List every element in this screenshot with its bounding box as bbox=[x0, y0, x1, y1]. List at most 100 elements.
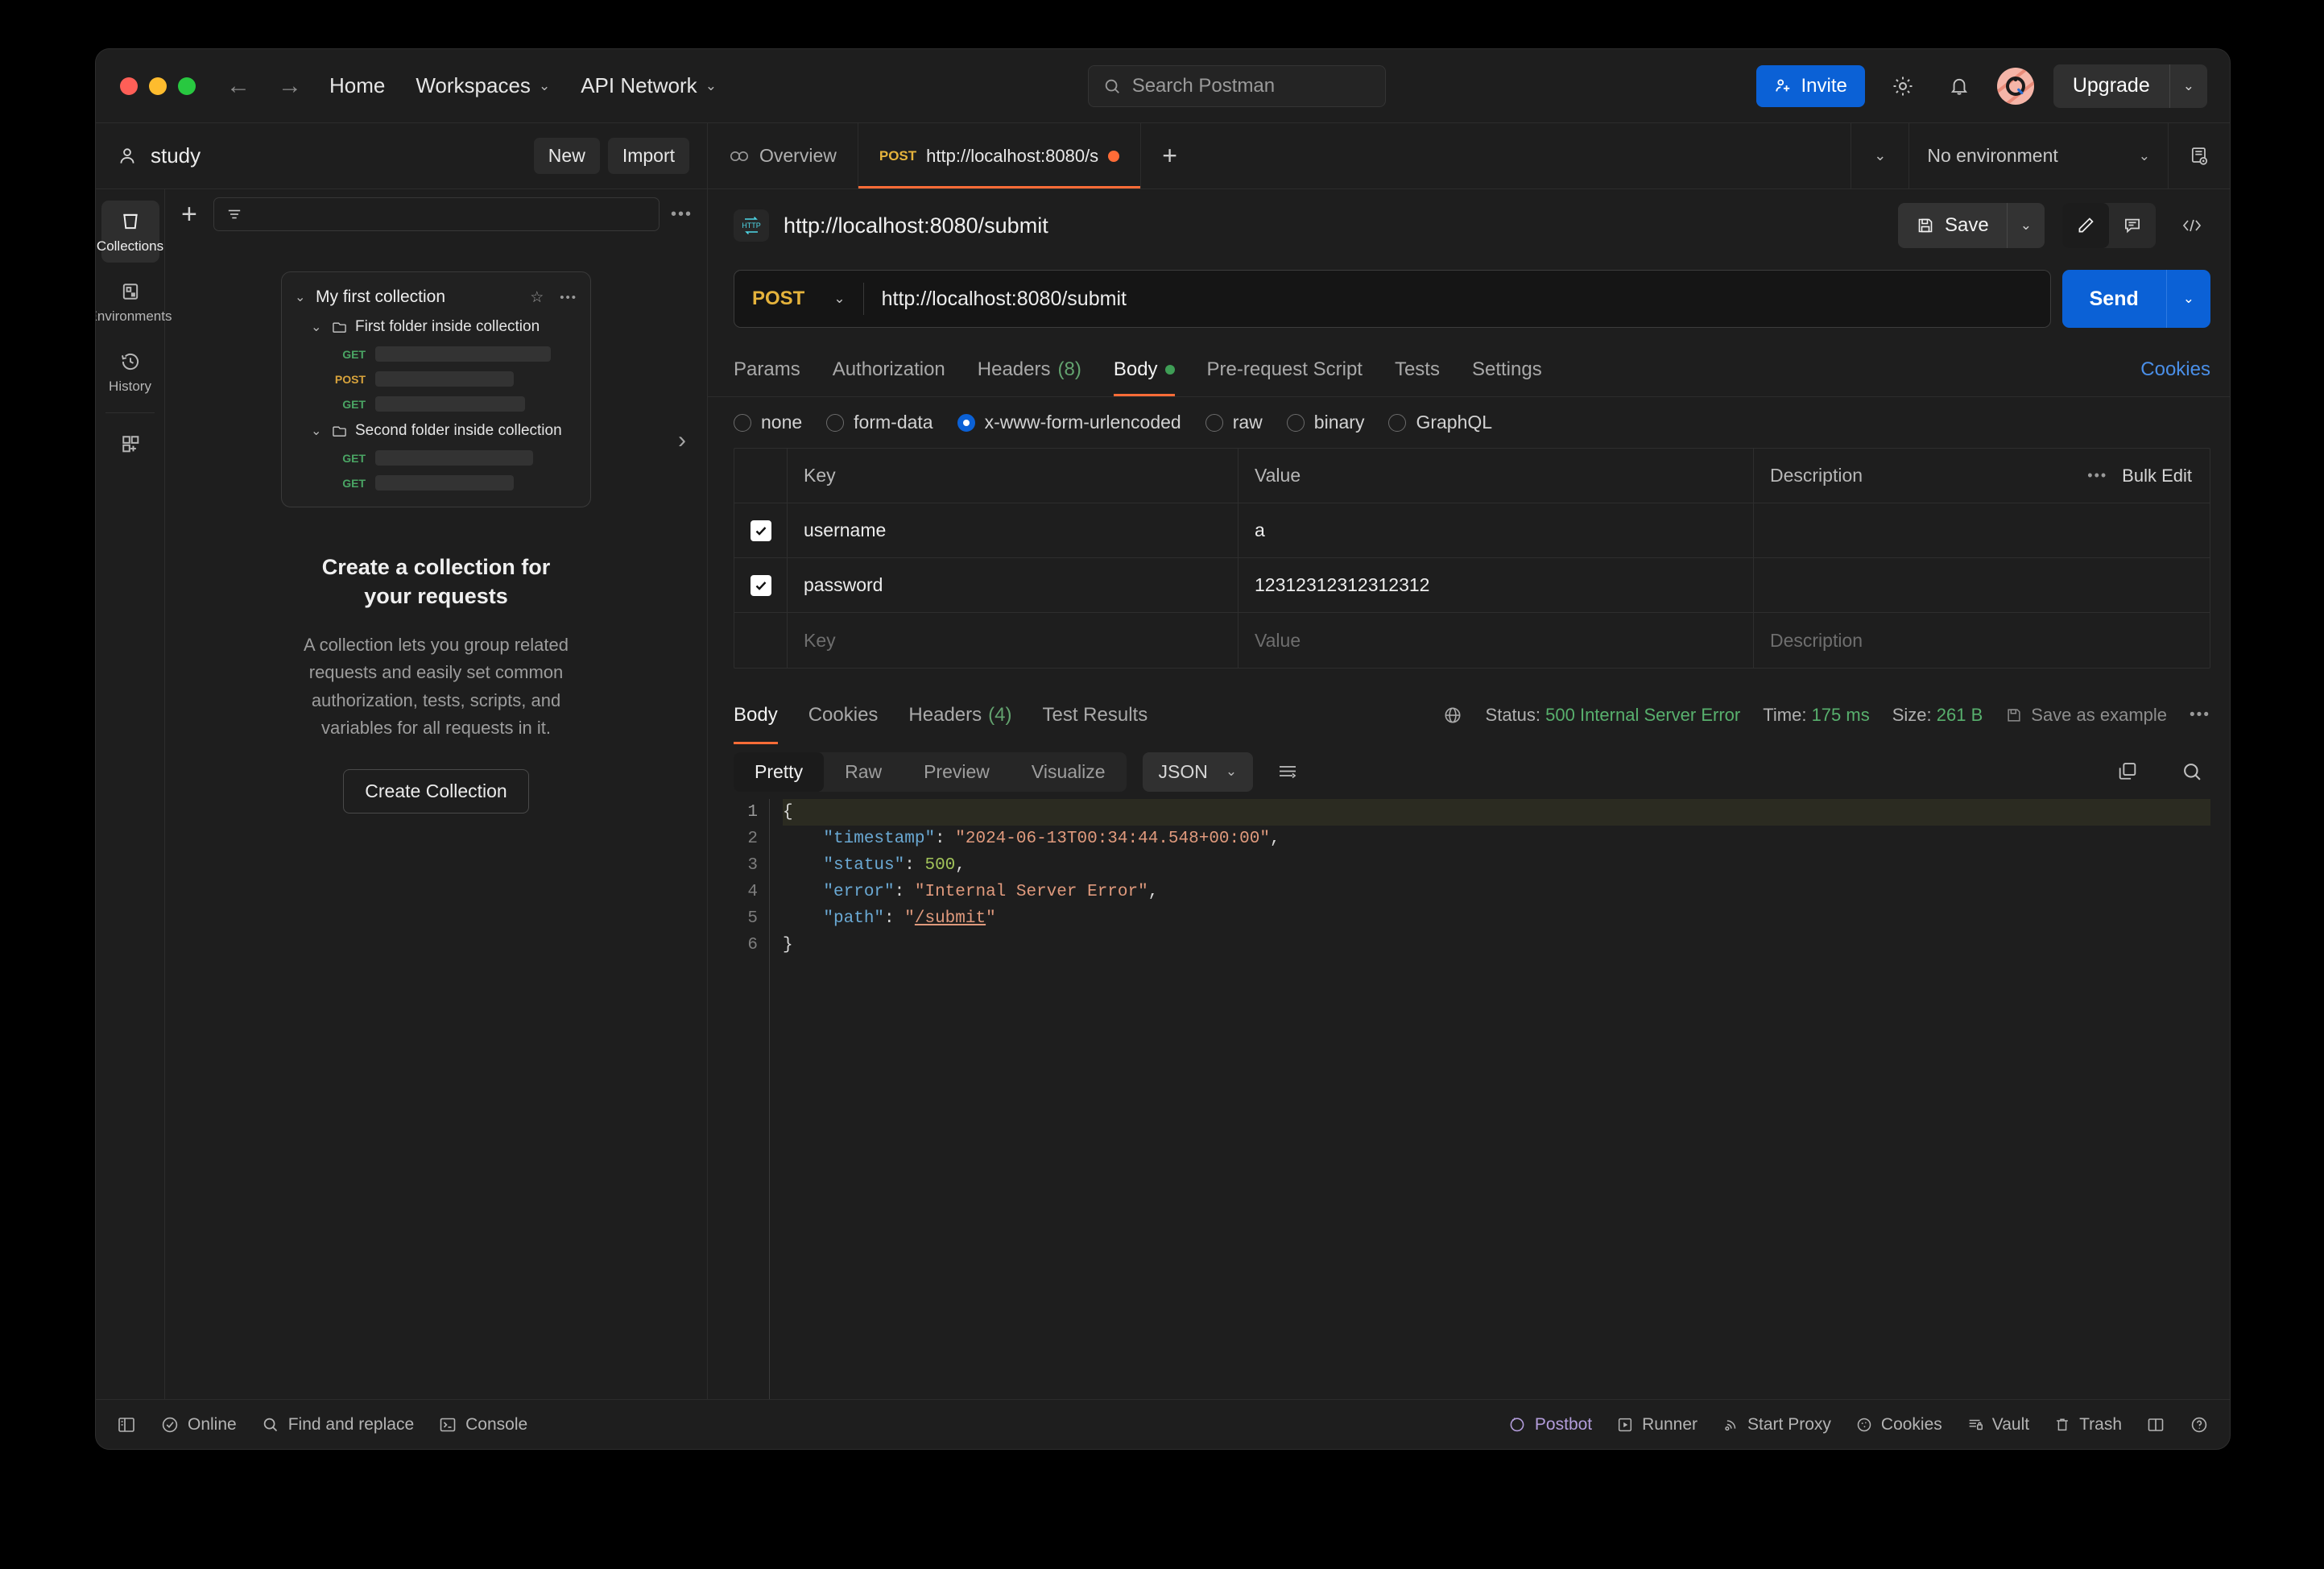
code-lines[interactable]: { "timestamp": "2024-06-13T00:34:44.548+… bbox=[769, 799, 2210, 1399]
add-tab-plus-icon[interactable]: + bbox=[1141, 123, 1198, 188]
response-format-select[interactable]: JSON ⌄ bbox=[1142, 751, 1254, 792]
edit-pencil-button[interactable] bbox=[2062, 203, 2109, 248]
add-collection-plus-icon[interactable]: + bbox=[176, 201, 202, 228]
upgrade-chevron-down-icon[interactable]: ⌄ bbox=[2169, 64, 2207, 108]
upgrade-button[interactable]: Upgrade bbox=[2053, 64, 2169, 108]
code-token-link[interactable]: /submit bbox=[915, 909, 986, 928]
forward-arrow-icon[interactable]: → bbox=[278, 73, 302, 98]
preview-request-row: POST bbox=[282, 366, 590, 391]
environment-quick-look-icon[interactable] bbox=[2168, 123, 2230, 188]
response-more-icon[interactable]: ••• bbox=[2190, 706, 2210, 724]
user-avatar[interactable] bbox=[1996, 67, 2034, 105]
row-checkbox-checked[interactable] bbox=[750, 520, 771, 541]
nav-workspaces[interactable]: Workspaces ⌄ bbox=[416, 73, 550, 98]
row-value[interactable]: 12312312312312312 bbox=[1239, 558, 1754, 612]
postbot-button[interactable]: Postbot bbox=[1507, 1415, 1592, 1434]
body-type-raw[interactable]: raw bbox=[1205, 412, 1263, 433]
tab-authorization[interactable]: Authorization bbox=[833, 342, 945, 396]
environment-selector[interactable]: No environment ⌄ bbox=[1908, 123, 2168, 188]
tab-pre-request-script[interactable]: Pre-request Script bbox=[1207, 342, 1363, 396]
wrap-lines-button[interactable] bbox=[1269, 753, 1306, 790]
save-chevron-down-icon[interactable]: ⌄ bbox=[2006, 203, 2045, 248]
cookies-button[interactable]: Cookies bbox=[1855, 1415, 1942, 1434]
new-button[interactable]: New bbox=[533, 138, 600, 174]
tab-request-post[interactable]: POST http://localhost:8080/s bbox=[858, 123, 1142, 188]
tab-overview[interactable]: Overview bbox=[708, 123, 858, 188]
tab-tests[interactable]: Tests bbox=[1395, 342, 1440, 396]
tab-list-chevron-down-icon[interactable]: ⌄ bbox=[1851, 123, 1908, 188]
vault-button[interactable]: Vault bbox=[1966, 1415, 2029, 1434]
body-type-urlencoded[interactable]: x-www-form-urlencoded bbox=[957, 412, 1181, 433]
collections-more-icon[interactable]: ••• bbox=[671, 205, 693, 224]
maximize-window-button[interactable] bbox=[178, 77, 196, 95]
save-as-example-button[interactable]: Save as example bbox=[2005, 705, 2167, 726]
view-mode-visualize[interactable]: Visualize bbox=[1011, 752, 1127, 792]
row-description[interactable] bbox=[1754, 558, 2210, 612]
row-description[interactable] bbox=[1754, 503, 2210, 557]
response-tab-body[interactable]: Body bbox=[734, 686, 778, 744]
start-proxy-button[interactable]: Start Proxy bbox=[1722, 1415, 1831, 1434]
create-collection-button[interactable]: Create Collection bbox=[343, 768, 529, 813]
help-button[interactable] bbox=[2190, 1415, 2209, 1434]
placeholder-checkbox-cell bbox=[734, 613, 788, 668]
folder-icon bbox=[333, 426, 346, 437]
tab-settings[interactable]: Settings bbox=[1472, 342, 1542, 396]
body-type-form-data[interactable]: form-data bbox=[826, 412, 933, 433]
response-tab-headers[interactable]: Headers (4) bbox=[908, 686, 1011, 744]
find-and-replace-button[interactable]: Find and replace bbox=[261, 1415, 414, 1434]
code-snippet-button[interactable] bbox=[2173, 207, 2210, 244]
placeholder-key[interactable]: Key bbox=[788, 613, 1239, 668]
send-chevron-down-icon[interactable]: ⌄ bbox=[2165, 270, 2210, 328]
row-value[interactable]: a bbox=[1239, 503, 1754, 557]
view-mode-raw[interactable]: Raw bbox=[824, 752, 903, 792]
response-tab-cookies[interactable]: Cookies bbox=[808, 686, 879, 744]
floppy-disk-icon bbox=[2008, 709, 2020, 722]
nav-home[interactable]: Home bbox=[329, 73, 385, 98]
sidebar-item-new-block[interactable] bbox=[101, 423, 159, 463]
send-button[interactable]: Send bbox=[2062, 288, 2166, 311]
collections-filter-input[interactable] bbox=[213, 197, 660, 231]
console-button[interactable]: Console bbox=[438, 1415, 527, 1434]
layout-panel-button[interactable] bbox=[2146, 1416, 2165, 1434]
import-button[interactable]: Import bbox=[607, 138, 689, 174]
sidebar-item-collections[interactable]: Collections bbox=[97, 201, 163, 263]
invite-button[interactable]: Invite bbox=[1756, 64, 1865, 107]
expand-panel-chevron-right-icon[interactable]: › bbox=[678, 427, 686, 454]
tab-body[interactable]: Body bbox=[1113, 342, 1175, 396]
body-type-binary[interactable]: binary bbox=[1286, 412, 1364, 433]
save-button[interactable]: Save bbox=[1898, 214, 2007, 237]
close-window-button[interactable] bbox=[120, 77, 138, 95]
view-mode-preview[interactable]: Preview bbox=[903, 752, 1011, 792]
copy-response-button[interactable] bbox=[2109, 753, 2146, 790]
tab-headers[interactable]: Headers (8) bbox=[978, 342, 1081, 396]
sidebar-item-history[interactable]: History bbox=[101, 341, 159, 403]
comment-button[interactable] bbox=[2109, 203, 2156, 248]
placeholder-description[interactable]: Description bbox=[1754, 613, 2210, 668]
trash-button[interactable]: Trash bbox=[2053, 1415, 2122, 1434]
settings-gear-icon[interactable] bbox=[1884, 68, 1921, 105]
back-arrow-icon[interactable]: ← bbox=[226, 73, 250, 98]
sidebar-toggle-button[interactable] bbox=[117, 1416, 136, 1434]
body-type-none[interactable]: none bbox=[734, 412, 802, 433]
view-mode-pretty[interactable]: Pretty bbox=[734, 751, 825, 792]
notification-bell-icon[interactable] bbox=[1941, 68, 1978, 105]
row-key[interactable]: username bbox=[788, 503, 1239, 557]
url-input[interactable]: http://localhost:8080/submit bbox=[864, 288, 1127, 311]
online-status[interactable]: Online bbox=[160, 1415, 237, 1434]
row-key[interactable]: password bbox=[788, 558, 1239, 612]
tab-params[interactable]: Params bbox=[734, 342, 800, 396]
placeholder-value[interactable]: Value bbox=[1239, 613, 1754, 668]
sidebar-item-environments[interactable]: Environments bbox=[96, 271, 172, 333]
body-type-graphql[interactable]: GraphQL bbox=[1388, 412, 1492, 433]
global-search-box[interactable]: Search Postman bbox=[1087, 64, 1386, 107]
http-method-select[interactable]: POST ⌄ bbox=[734, 288, 863, 310]
bulk-edit-button[interactable]: Bulk Edit bbox=[2122, 466, 2192, 486]
runner-button[interactable]: Runner bbox=[1616, 1415, 1698, 1434]
response-tab-test-results[interactable]: Test Results bbox=[1042, 686, 1148, 744]
search-response-button[interactable] bbox=[2173, 753, 2210, 790]
row-checkbox-checked[interactable] bbox=[750, 574, 771, 596]
cookies-link[interactable]: Cookies bbox=[2140, 358, 2210, 381]
nav-api-network[interactable]: API Network ⌄ bbox=[581, 73, 717, 98]
minimize-window-button[interactable] bbox=[149, 77, 167, 95]
table-more-icon[interactable]: ••• bbox=[2087, 467, 2107, 484]
